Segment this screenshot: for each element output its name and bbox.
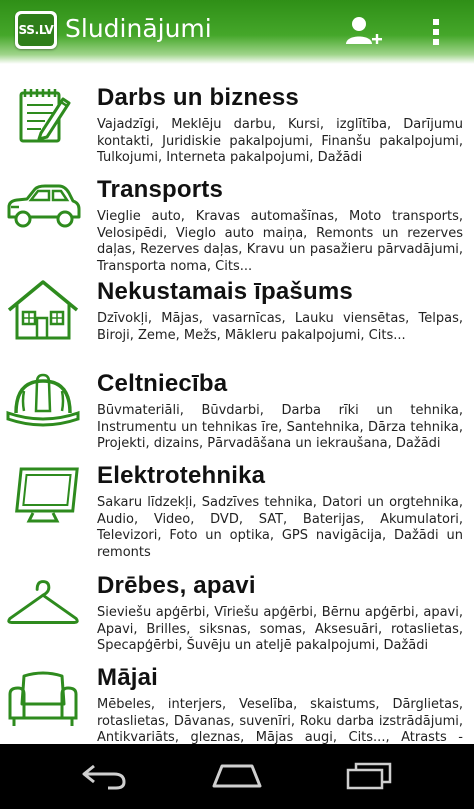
category-item-nekustamais[interactable]: Nekustamais īpašums Dzīvokļi, Mājas, vas… (0, 266, 474, 358)
category-title: Nekustamais īpašums (97, 278, 353, 305)
category-list[interactable]: Darbs un bizness Vajadzīgi, Meklēju darb… (0, 64, 474, 744)
overflow-menu-button[interactable] (420, 8, 452, 56)
category-item-majai[interactable]: Mājai Mēbeles, interjers, Veselība, skai… (0, 652, 474, 744)
category-description: Sakaru līdzekļi, Sadzīves tehnika, Dator… (97, 495, 463, 560)
house-icon (4, 274, 82, 344)
logo-text: SS.LV (18, 14, 54, 46)
category-description: Sieviešu apģērbi, Vīriešu apģērbi, Bērnu… (97, 605, 463, 653)
category-description: Dzīvokļi, Mājas, vasarnīcas, Lauku viens… (97, 311, 463, 343)
car-icon (4, 172, 82, 242)
add-user-icon (346, 17, 382, 44)
system-navigation-bar (0, 744, 474, 809)
back-button[interactable] (64, 752, 144, 800)
hard-hat-icon (4, 366, 82, 436)
back-icon (82, 764, 126, 790)
category-item-transports[interactable]: Transports Vieglie auto, Kravas automašī… (0, 164, 474, 274)
category-title: Darbs un bizness (97, 84, 299, 111)
category-description: Mēbeles, interjers, Veselība, skaistums,… (97, 697, 463, 744)
category-title: Celtniecība (97, 370, 228, 397)
app-title: Sludinājumi (65, 14, 212, 43)
notepad-pencil-icon (4, 80, 82, 150)
home-button[interactable] (197, 752, 277, 800)
home-icon (212, 764, 262, 788)
category-description: Būvmateriāli, Būvdarbi, Darba rīki un te… (97, 403, 463, 451)
armchair-icon (4, 666, 82, 736)
category-description: Vajadzīgi, Meklēju darbu, Kursi, izglītī… (97, 117, 463, 165)
hanger-icon (4, 568, 82, 638)
overflow-menu-icon (433, 19, 439, 45)
add-user-button[interactable] (338, 8, 386, 56)
recent-apps-button[interactable] (329, 752, 409, 800)
app-logo[interactable]: SS.LV (15, 11, 57, 49)
category-title: Mājai (97, 664, 159, 691)
category-item-celtnieciba[interactable]: Celtniecība Būvmateriāli, Būvdarbi, Darb… (0, 358, 474, 451)
category-title: Transports (97, 176, 224, 203)
recent-apps-icon (346, 762, 392, 790)
category-title: Drēbes, apavi (97, 572, 256, 599)
category-item-elektrotehnika[interactable]: Elektrotehnika Sakaru līdzekļi, Sadzīves… (0, 450, 474, 560)
category-item-drebes[interactable]: Drēbes, apavi Sieviešu apģērbi, Vīriešu … (0, 560, 474, 653)
app-bar: SS.LV Sludinājumi (0, 0, 474, 64)
monitor-icon (4, 458, 82, 528)
category-title: Elektrotehnika (97, 462, 266, 489)
category-item-darbs[interactable]: Darbs un bizness Vajadzīgi, Meklēju darb… (0, 72, 474, 165)
